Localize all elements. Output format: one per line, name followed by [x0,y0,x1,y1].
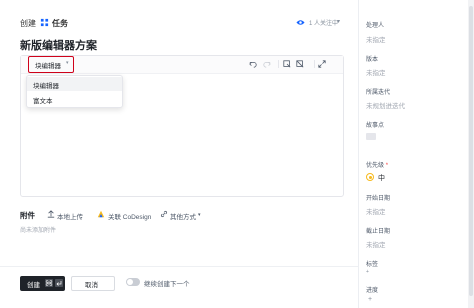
codesign-icon [97,210,105,218]
version-label: 版本 [366,57,379,63]
enter-key-icon [55,279,63,287]
task-type-label[interactable]: 任务 [52,18,68,29]
start-date-label: 开始日期 [366,196,391,202]
fullscreen-icon[interactable] [318,60,326,68]
due-date-label: 截止日期 [366,229,391,235]
iteration-label: 所属迭代 [366,90,391,96]
format-painter-icon[interactable] [283,60,291,68]
editor-mode-label: 块编辑器 [35,63,61,70]
priority-icon-center [368,175,372,179]
undo-icon[interactable] [249,60,257,68]
required-mark: * [385,163,389,169]
page-title[interactable]: 新版编辑器方案 [20,37,97,53]
link-icon [160,210,168,218]
dropdown-option-rich-text[interactable]: 富文本 [27,92,122,106]
redo-icon[interactable] [263,60,271,68]
version-value[interactable]: 未指定 [366,67,386,77]
create-button-label: 创建 [27,282,40,289]
chevron-down-icon[interactable]: ▾ [337,18,340,25]
toolbar-divider [278,60,279,68]
story-points-label: 故事点 [366,123,385,129]
dropdown-option-block-editor[interactable]: 块编辑器 [27,77,122,91]
upload-icon [47,210,55,218]
toolbar-divider [314,60,315,68]
followers-count[interactable]: 1 人关注中 [309,18,338,27]
continue-create-label: 继续创建下一个 [144,281,190,288]
iteration-value[interactable]: 未规划进迭代 [366,100,405,110]
chevron-down-icon[interactable]: ▾ [198,212,201,218]
attachments-empty-text: 尚未添加附件 [20,228,57,234]
tags-label: 标签 [366,262,379,268]
other-methods-button[interactable]: 其他方式 [170,211,196,221]
due-date-value[interactable]: 未指定 [366,239,386,249]
progress-label: 进度 [366,288,379,294]
clear-format-icon[interactable] [296,60,304,68]
story-points-field[interactable] [366,133,376,140]
priority-label-text: 优先级 [366,163,385,169]
header-create-label: 创建 [20,19,36,28]
local-upload-button[interactable]: 本地上传 [57,211,83,221]
start-date-value[interactable]: 未指定 [366,206,386,216]
toggle-knob [127,279,133,285]
priority-value[interactable]: 中 [378,173,385,183]
codesign-link-button[interactable]: 关联 CoDesign [108,211,151,221]
eye-icon[interactable] [296,19,305,26]
add-progress-button[interactable]: + [368,296,372,303]
command-key-icon [45,279,53,287]
assignee-value[interactable]: 未指定 [366,34,386,44]
priority-label: 优先级 * [366,160,388,169]
attachments-title: 附件 [20,211,35,220]
cancel-button-label: 取消 [85,282,98,289]
chevron-down-icon: ▾ [66,60,69,66]
footer-divider [0,266,358,267]
add-tag-button[interactable]: + [366,269,369,275]
task-type-icon [40,18,49,27]
scrollbar-thumb[interactable] [469,6,473,296]
assignee-label: 处理人 [366,23,385,29]
